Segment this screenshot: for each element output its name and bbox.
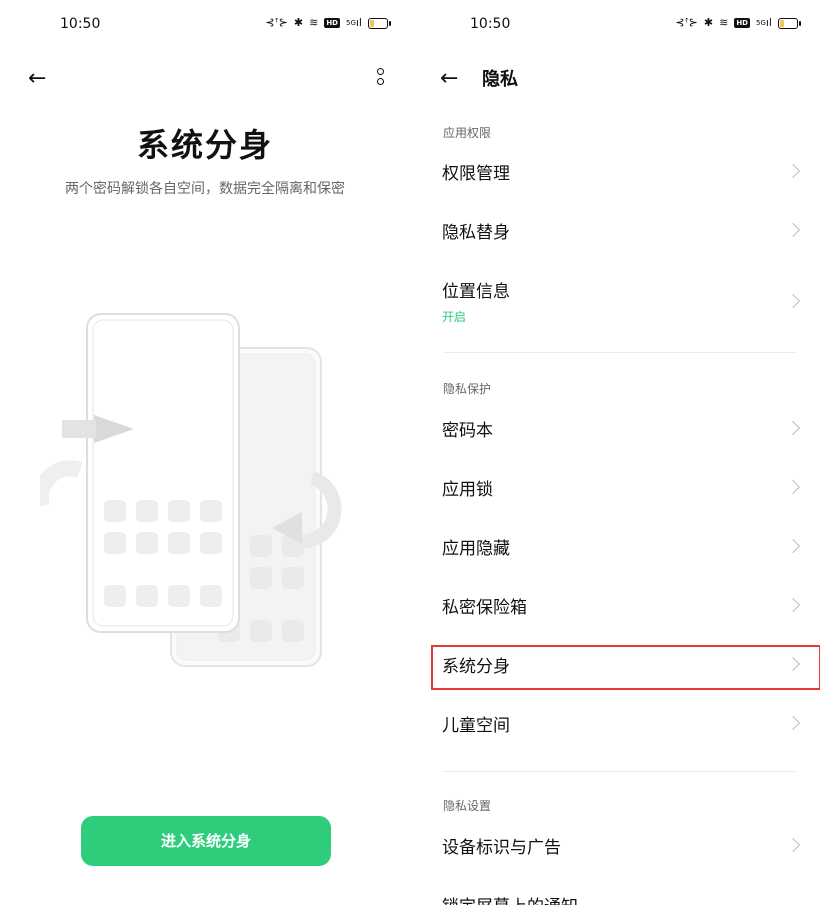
menu-item-label: 隐私替身 [442, 223, 510, 243]
menu-item-label: 位置信息 [442, 282, 510, 302]
bluetooth-icon: ✱ [293, 16, 304, 29]
menu-item-password-book[interactable]: 密码本 [430, 403, 820, 461]
page-title: 隐私 [482, 69, 518, 90]
status-icons: ⊰ꜛ⊱ ✱ ≋ HD 5Gıl [265, 16, 391, 30]
hd-icon: HD [734, 18, 750, 28]
menu-item-system-clone[interactable]: 系统分身 [430, 639, 820, 697]
menu-item-label: 设备标识与广告 [442, 838, 561, 858]
menu-item-lockscreen-notifications[interactable]: 锁定屏幕上的通知 [430, 879, 820, 905]
menu-item-label: 儿童空间 [442, 716, 510, 736]
section-label-app-permissions: 应用权限 [443, 126, 492, 140]
back-arrow-icon[interactable]: ← [440, 68, 458, 90]
back-arrow-icon[interactable]: ← [28, 68, 46, 90]
section-label-privacy-settings: 隐私设置 [443, 799, 492, 813]
menu-item-kids-space[interactable]: 儿童空间 [430, 698, 820, 756]
chevron-right-icon [785, 597, 801, 613]
signal-icon: 5Gıl [755, 16, 772, 29]
chevron-right-icon [785, 222, 801, 238]
chevron-right-icon [785, 837, 801, 853]
section-label-privacy-protection: 隐私保护 [443, 382, 492, 396]
status-icons: ⊰ꜛ⊱ ✱ ≋ HD 5Gıl [675, 16, 801, 30]
status-time: 10:50 [60, 16, 101, 32]
menu-item-label: 私密保险箱 [442, 598, 527, 618]
menu-item-label: 锁定屏幕上的通知 [442, 896, 578, 905]
chevron-right-icon [785, 420, 801, 436]
hd-icon: HD [324, 18, 340, 28]
chevron-right-icon [785, 715, 801, 731]
enter-system-clone-button[interactable]: 进入系统分身 [81, 816, 331, 866]
privacy-settings-screen: 10:50 ⊰ꜛ⊱ ✱ ≋ HD 5Gıl ← 隐私 应用权限 权限管理 隐私替… [410, 0, 820, 905]
page-subtitle: 两个密码解锁各自空间，数据完全隔离和保密 [65, 181, 345, 197]
status-bar: 10:50 ⊰ꜛ⊱ ✱ ≋ HD 5Gıl [0, 16, 410, 36]
chevron-right-icon [785, 163, 801, 179]
menu-item-label: 应用隐藏 [442, 539, 510, 559]
dual-phone-illustration [40, 313, 342, 667]
menu-item-privacy-substitute[interactable]: 隐私替身 [430, 205, 820, 263]
section-divider [443, 352, 796, 353]
page-title: 系统分身 [136, 126, 273, 164]
menu-item-device-id-ads[interactable]: 设备标识与广告 [430, 820, 820, 878]
status-time: 10:50 [470, 16, 511, 32]
section-divider [443, 771, 796, 772]
menu-item-label: 权限管理 [442, 164, 510, 184]
signal-icon: 5Gıl [345, 16, 362, 29]
more-vertical-icon[interactable] [376, 68, 384, 85]
bluetooth-icon: ✱ [703, 16, 714, 29]
vibrate-icon: ⊰ꜛ⊱ [265, 16, 288, 29]
menu-item-hide-apps[interactable]: 应用隐藏 [430, 521, 820, 579]
menu-item-permission-management[interactable]: 权限管理 [430, 146, 820, 204]
wifi-icon: ≋ [309, 16, 319, 29]
menu-item-location[interactable]: 位置信息 开启 [430, 264, 820, 336]
system-clone-intro-screen: 10:50 ⊰ꜛ⊱ ✱ ≋ HD 5Gıl ← 系统分身 两个密码解锁各自空间，… [0, 0, 410, 905]
menu-item-app-lock[interactable]: 应用锁 [430, 462, 820, 520]
vibrate-icon: ⊰ꜛ⊱ [675, 16, 698, 29]
menu-item-label: 应用锁 [442, 480, 493, 500]
chevron-right-icon [785, 538, 801, 554]
wifi-icon: ≋ [719, 16, 729, 29]
menu-item-label: 系统分身 [442, 657, 510, 677]
menu-item-label: 密码本 [442, 421, 493, 441]
chevron-right-icon [785, 479, 801, 495]
status-bar: 10:50 ⊰ꜛ⊱ ✱ ≋ HD 5Gıl [410, 16, 820, 36]
battery-icon [368, 17, 391, 29]
battery-icon [778, 17, 801, 29]
menu-item-private-safe[interactable]: 私密保险箱 [430, 580, 820, 638]
chevron-right-icon [785, 656, 801, 672]
location-status: 开启 [442, 310, 467, 324]
chevron-right-icon [785, 293, 801, 309]
